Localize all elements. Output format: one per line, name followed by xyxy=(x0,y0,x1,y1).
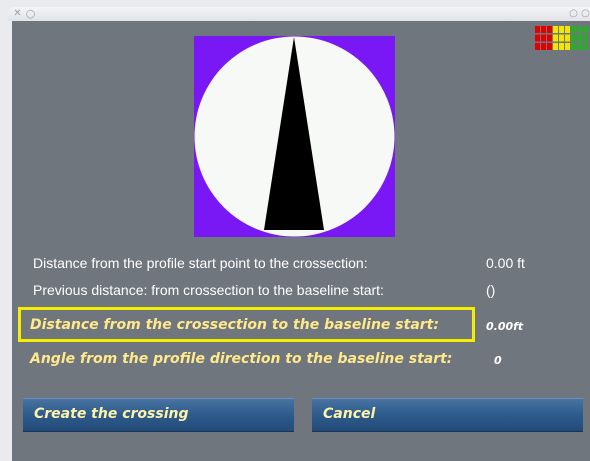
previous-distance-label: Previous distance: from crossection to t… xyxy=(33,282,384,298)
meter-segment xyxy=(547,26,552,33)
app-window: ✕ ○ ○ ○ Distance from the profile start … xyxy=(0,0,590,461)
maximize-icon[interactable]: ○ xyxy=(580,8,590,19)
meter-segment xyxy=(535,34,540,42)
create-crossing-button[interactable]: Create the crossing xyxy=(23,398,294,432)
profile-distance-label: Distance from the profile start point to… xyxy=(33,255,368,271)
meter-segment xyxy=(571,34,576,42)
previous-distance-value: () xyxy=(486,282,496,298)
meter-segment xyxy=(571,43,576,50)
meter-segment xyxy=(553,26,558,33)
meter-segment xyxy=(583,43,588,50)
dialog-content: Distance from the profile start point to… xyxy=(12,21,590,461)
meter-segment xyxy=(553,43,558,50)
signal-level-meter-icon xyxy=(535,25,590,51)
meter-segment xyxy=(559,34,564,42)
meter-segment xyxy=(559,26,564,33)
close-icon[interactable]: ✕ xyxy=(12,8,23,19)
meter-segment xyxy=(535,26,540,33)
meter-segment xyxy=(583,34,588,42)
angle-value[interactable]: 0 xyxy=(494,354,502,367)
meter-segment xyxy=(541,26,546,33)
meter-segment xyxy=(547,34,552,42)
meter-segment xyxy=(559,43,564,50)
cancel-button[interactable]: Cancel xyxy=(312,398,583,432)
compass-dial xyxy=(194,36,395,237)
meter-segment xyxy=(535,43,540,50)
meter-segment xyxy=(565,34,570,42)
meter-segment xyxy=(577,43,582,50)
minimize-icon[interactable]: ○ xyxy=(568,8,579,19)
baseline-distance-value[interactable]: 0.00ft xyxy=(486,320,523,333)
meter-segment xyxy=(565,26,570,33)
meter-segment xyxy=(577,34,582,42)
meter-segment xyxy=(571,26,576,33)
meter-segment xyxy=(553,34,558,42)
compass-icon xyxy=(194,36,395,237)
meter-segment xyxy=(565,43,570,50)
profile-distance-value: 0.00 ft xyxy=(486,255,525,271)
baseline-distance-label: Distance from the crossection to the bas… xyxy=(30,317,439,333)
meter-segment xyxy=(577,26,582,33)
meter-segment xyxy=(541,34,546,42)
meter-segment xyxy=(547,43,552,50)
meter-segment xyxy=(583,26,588,33)
window-titlebar: ✕ ○ ○ ○ xyxy=(8,7,590,21)
angle-label: Angle from the profile direction to the … xyxy=(30,351,453,367)
menu-dot-icon[interactable]: ○ xyxy=(25,8,36,19)
meter-segment xyxy=(541,43,546,50)
